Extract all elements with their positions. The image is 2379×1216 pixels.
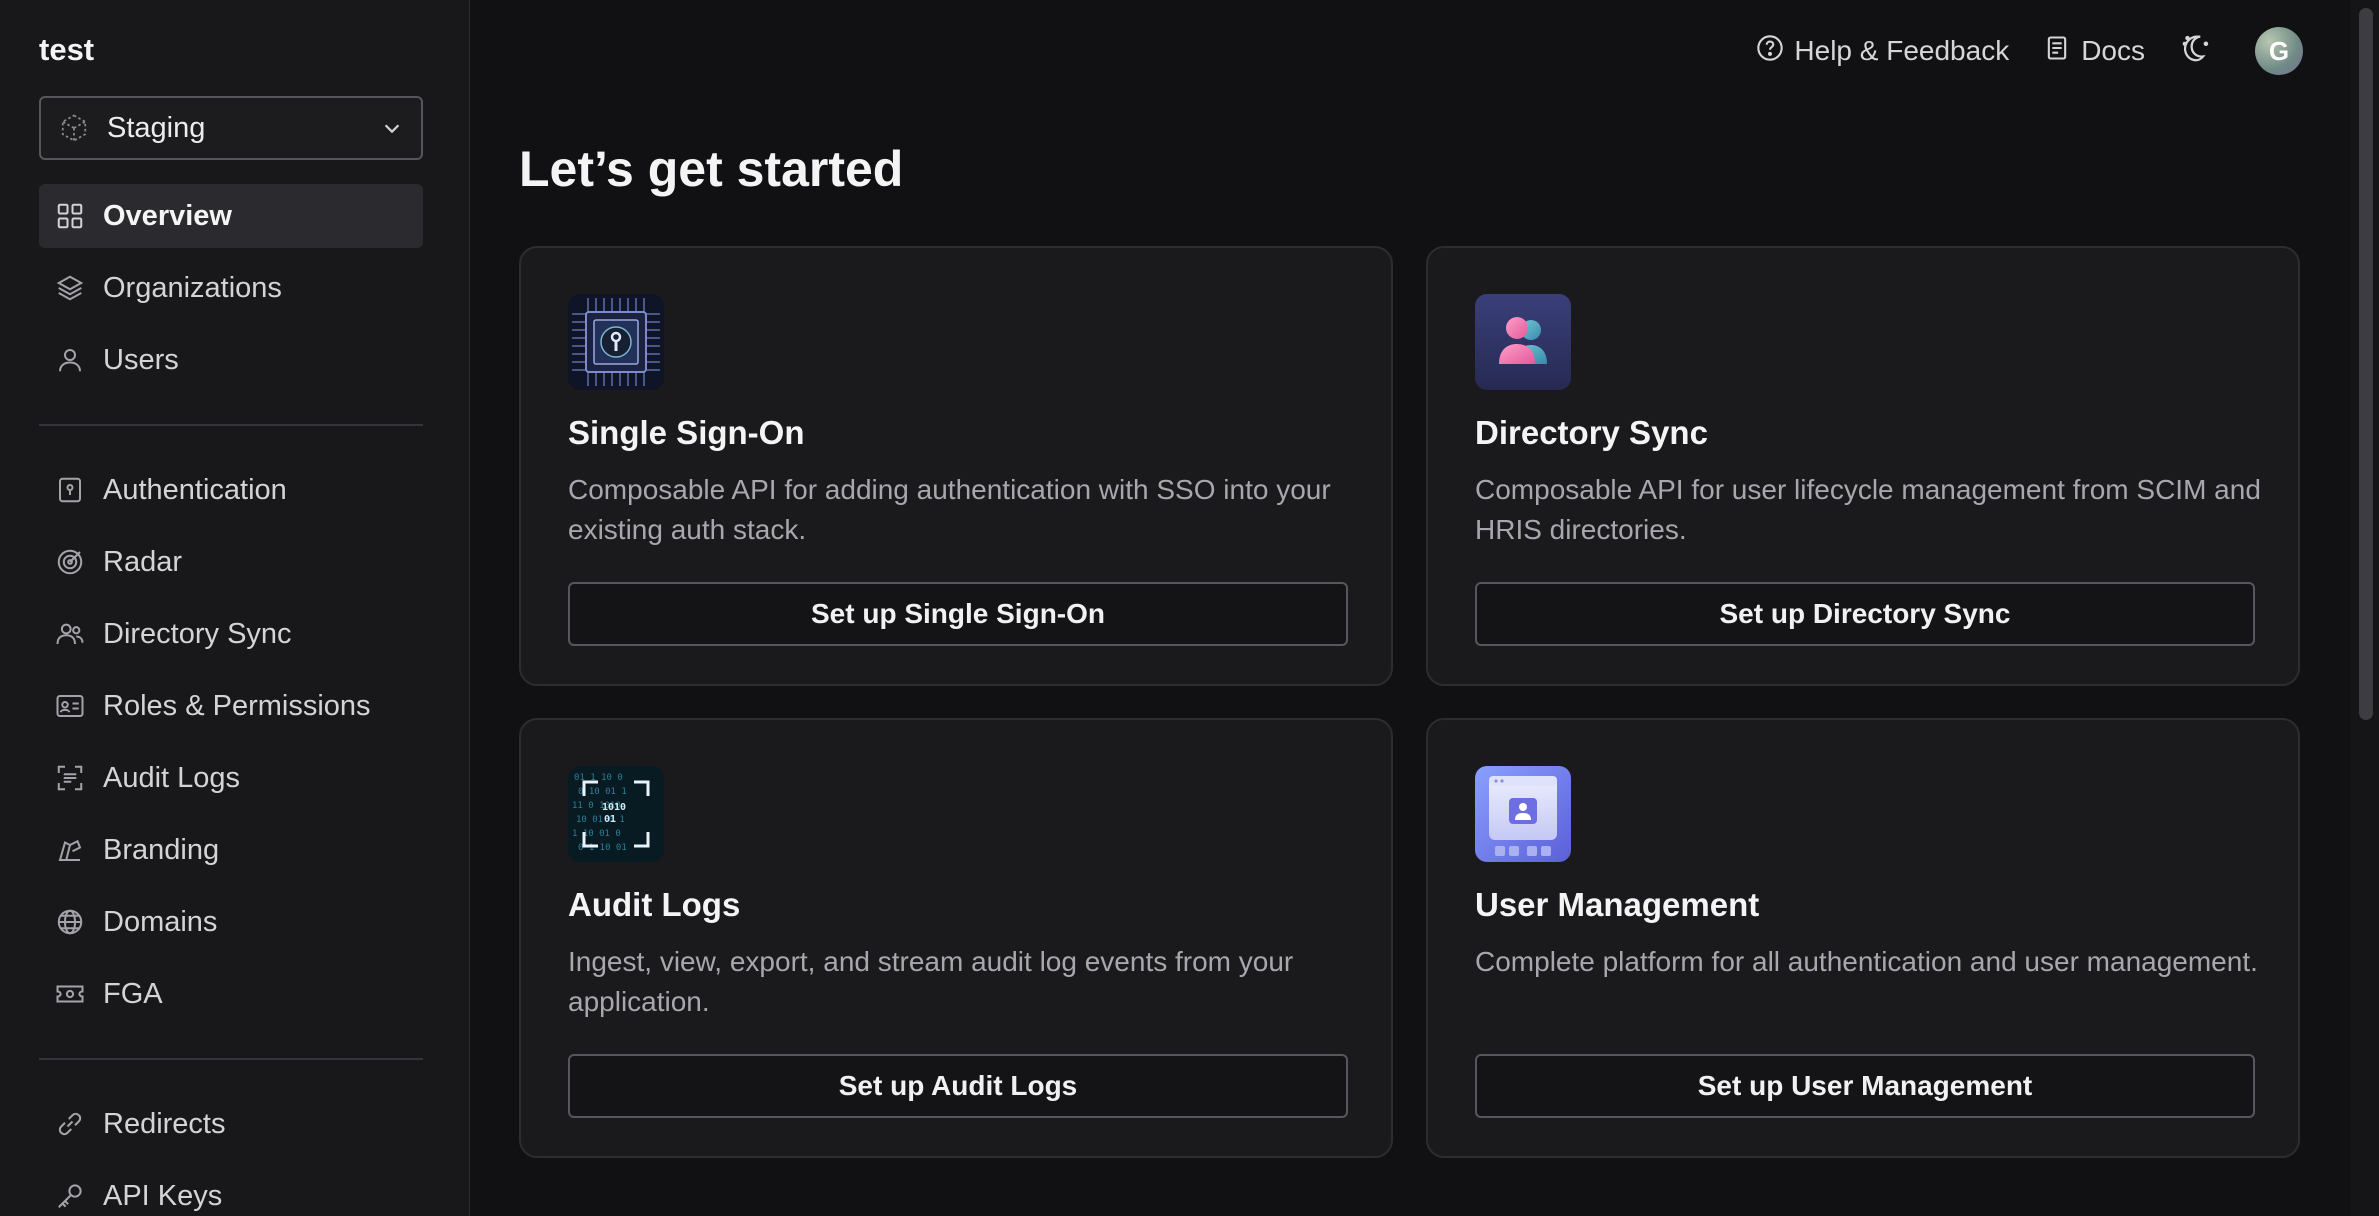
avatar[interactable]: G bbox=[2255, 27, 2303, 75]
sidebar-divider bbox=[39, 1058, 423, 1060]
sidebar-item-label: Radar bbox=[103, 545, 182, 578]
theme-toggle-button[interactable] bbox=[2179, 31, 2213, 72]
link-icon bbox=[55, 1109, 85, 1139]
sidebar-item-label: Domains bbox=[103, 905, 218, 938]
users-icon bbox=[55, 619, 85, 649]
svg-text:10 01 0 1: 10 01 0 1 bbox=[576, 815, 625, 825]
scrollbar-thumb[interactable] bbox=[2359, 8, 2373, 720]
help-circle-icon bbox=[1756, 34, 1784, 69]
sidebar-item-roles-permissions[interactable]: Roles & Permissions bbox=[39, 674, 423, 738]
environment-icon bbox=[59, 113, 89, 143]
sidebar-item-label: FGA bbox=[103, 977, 163, 1010]
setup-audit-logs-button[interactable]: Set up Audit Logs bbox=[568, 1054, 1348, 1118]
id-card-icon bbox=[55, 691, 85, 721]
card-title: User Management bbox=[1475, 886, 1760, 923]
sidebar-item-label: Users bbox=[103, 343, 179, 376]
sidebar-item-label: Audit Logs bbox=[103, 761, 241, 794]
environment-label: Staging bbox=[107, 111, 206, 144]
chip-icon bbox=[568, 294, 664, 390]
sidebar-item-radar[interactable]: Radar bbox=[39, 530, 423, 594]
help-feedback-label: Help & Feedback bbox=[1794, 35, 2010, 66]
moon-icon bbox=[2179, 31, 2213, 72]
svg-text:1 10 01 0: 1 10 01 0 bbox=[572, 829, 621, 839]
sidebar-item-api-keys[interactable]: API Keys bbox=[39, 1164, 423, 1216]
sidebar-item-label: Overview bbox=[103, 199, 232, 232]
svg-text:01: 01 bbox=[604, 814, 616, 825]
sidebar-item-audit-logs[interactable]: Audit Logs bbox=[39, 746, 423, 810]
docs-label: Docs bbox=[2081, 35, 2145, 66]
card-directory-sync: Directory Sync Composable API for user l… bbox=[1426, 246, 2300, 686]
directory-users-icon bbox=[1475, 294, 1571, 390]
docs-link[interactable]: Docs bbox=[2043, 34, 2145, 69]
sidebar-item-users[interactable]: Users bbox=[39, 328, 423, 392]
sidebar-item-domains[interactable]: Domains bbox=[39, 890, 423, 954]
keyhole-icon bbox=[55, 475, 85, 505]
products-nav: Authentication Radar Directory Sync Role… bbox=[39, 458, 423, 1026]
layers-icon bbox=[55, 273, 85, 303]
grid-icon bbox=[55, 201, 85, 231]
sidebar-item-label: API Keys bbox=[103, 1179, 223, 1212]
top-header: Help & Feedback Docs G bbox=[1756, 22, 2303, 80]
user-icon bbox=[55, 345, 85, 375]
card-audit-logs: 01 1 10 0 0 10 01 1 11 0 1010 10 01 0 1 … bbox=[519, 718, 1393, 1158]
setup-single-sign-on-button[interactable]: Set up Single Sign-On bbox=[568, 582, 1348, 646]
workspace-name[interactable]: test bbox=[39, 32, 94, 68]
card-description: Composable API for user lifecycle manage… bbox=[1475, 474, 2261, 545]
help-feedback-link[interactable]: Help & Feedback bbox=[1756, 34, 2009, 69]
brush-icon bbox=[55, 835, 85, 865]
card-title: Single Sign-On bbox=[568, 414, 805, 451]
scrollbar-track[interactable] bbox=[2351, 0, 2379, 1216]
sidebar-item-redirects[interactable]: Redirects bbox=[39, 1092, 423, 1156]
sidebar-item-directory-sync[interactable]: Directory Sync bbox=[39, 602, 423, 666]
document-icon bbox=[2043, 34, 2071, 69]
sidebar-item-organizations[interactable]: Organizations bbox=[39, 256, 423, 320]
chevron-down-icon bbox=[381, 117, 403, 139]
card-description: Composable API for adding authentication… bbox=[568, 474, 1331, 545]
sidebar-divider bbox=[39, 424, 423, 426]
settings-nav: Redirects API Keys bbox=[39, 1092, 423, 1216]
sidebar-item-fga[interactable]: FGA bbox=[39, 962, 423, 1026]
setup-directory-sync-button[interactable]: Set up Directory Sync bbox=[1475, 582, 2255, 646]
user-window-icon bbox=[1475, 766, 1571, 862]
sidebar-item-label: Redirects bbox=[103, 1107, 226, 1140]
sidebar-item-label: Branding bbox=[103, 833, 220, 866]
primary-nav: Overview Organizations Users bbox=[39, 184, 423, 392]
card-user-management: User Management Complete platform for al… bbox=[1426, 718, 2300, 1158]
sidebar-item-authentication[interactable]: Authentication bbox=[39, 458, 423, 522]
sidebar-item-branding[interactable]: Branding bbox=[39, 818, 423, 882]
globe-icon bbox=[55, 907, 85, 937]
card-description: Complete platform for all authentication… bbox=[1475, 946, 2258, 977]
card-single-sign-on: Single Sign-On Composable API for adding… bbox=[519, 246, 1393, 686]
svg-text:01 1 10 0: 01 1 10 0 bbox=[574, 773, 623, 783]
sidebar-item-label: Authentication bbox=[103, 473, 287, 506]
radar-icon bbox=[55, 547, 85, 577]
svg-text:1010: 1010 bbox=[602, 802, 626, 813]
ticket-icon bbox=[55, 979, 85, 1009]
card-title: Directory Sync bbox=[1475, 414, 1708, 451]
sidebar-item-label: Roles & Permissions bbox=[103, 689, 371, 722]
page-title: Let’s get started bbox=[519, 141, 904, 197]
key-icon bbox=[55, 1181, 85, 1211]
card-title: Audit Logs bbox=[568, 886, 741, 923]
scan-icon bbox=[55, 763, 85, 793]
sidebar-item-label: Organizations bbox=[103, 271, 282, 304]
sidebar: test Staging Overview Organizations User… bbox=[0, 0, 470, 1216]
binary-scan-icon: 01 1 10 0 0 10 01 1 11 0 1010 10 01 0 1 … bbox=[568, 766, 664, 862]
sidebar-item-label: Directory Sync bbox=[103, 617, 292, 650]
sidebar-item-overview[interactable]: Overview bbox=[39, 184, 423, 248]
setup-user-management-button[interactable]: Set up User Management bbox=[1475, 1054, 2255, 1118]
environment-select[interactable]: Staging bbox=[39, 96, 423, 160]
card-description: Ingest, view, export, and stream audit l… bbox=[568, 946, 1294, 1017]
